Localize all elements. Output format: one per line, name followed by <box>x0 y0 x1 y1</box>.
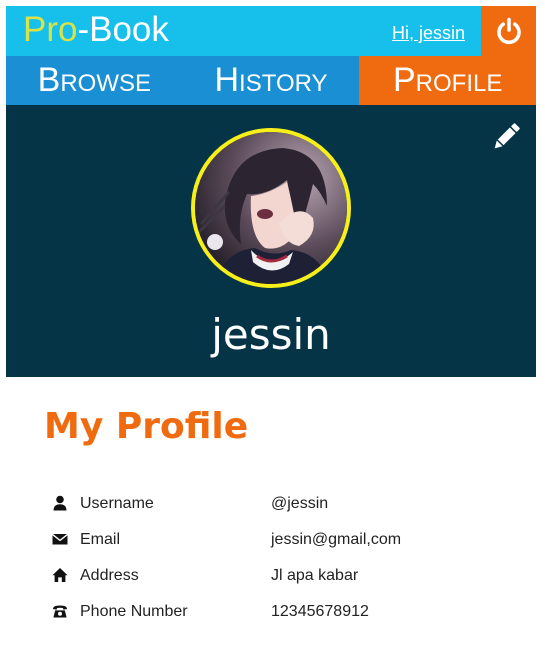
logout-button[interactable] <box>481 6 536 56</box>
tab-history[interactable]: History <box>183 56 360 105</box>
profile-row-email: Email jessin@gmail,com <box>52 522 512 558</box>
phone-icon <box>53 605 67 618</box>
top-bar: Pro-Book Hi, jessin <box>6 6 536 56</box>
user-icon <box>53 495 67 511</box>
user-greeting-link[interactable]: Hi, jessin <box>392 23 465 44</box>
avatar <box>191 128 351 288</box>
logo-book: Book <box>89 10 169 49</box>
profile-section-title: My Profile <box>44 406 249 447</box>
profile-banner: jessin <box>6 105 536 377</box>
nav-tabs: Browse History Profile <box>6 56 537 105</box>
app-root: Pro-Book Hi, jessin Browse History Profi… <box>6 6 537 377</box>
profile-row-phone: Phone Number 12345678912 <box>52 594 512 630</box>
banner-username: jessin <box>211 310 331 359</box>
power-icon <box>496 17 521 45</box>
avatar-image <box>195 132 347 284</box>
tab-browse[interactable]: Browse <box>6 56 183 105</box>
profile-value: 12345678912 <box>271 603 369 620</box>
logo-pro: Pro <box>23 10 78 49</box>
profile-label: Address <box>80 567 139 584</box>
profile-value: Jl apa kabar <box>271 567 359 584</box>
profile-label: Phone Number <box>80 603 188 620</box>
app-logo[interactable]: Pro-Book <box>23 10 169 50</box>
profile-row-address: Address Jl apa kabar <box>52 558 512 594</box>
home-icon <box>52 568 68 582</box>
profile-value: @jessin <box>271 495 329 512</box>
profile-label: Email <box>80 531 121 548</box>
envelope-icon <box>52 533 68 545</box>
edit-profile-button[interactable] <box>488 119 524 155</box>
profile-info-table: Username @jessin Email jessin@gmail,com … <box>52 486 512 630</box>
pencil-icon <box>494 123 520 149</box>
logo-dash: - <box>77 10 90 49</box>
profile-value: jessin@gmail,com <box>271 531 402 548</box>
profile-row-username: Username @jessin <box>52 486 512 522</box>
tab-profile[interactable]: Profile <box>359 56 537 105</box>
profile-label: Username <box>80 495 154 512</box>
